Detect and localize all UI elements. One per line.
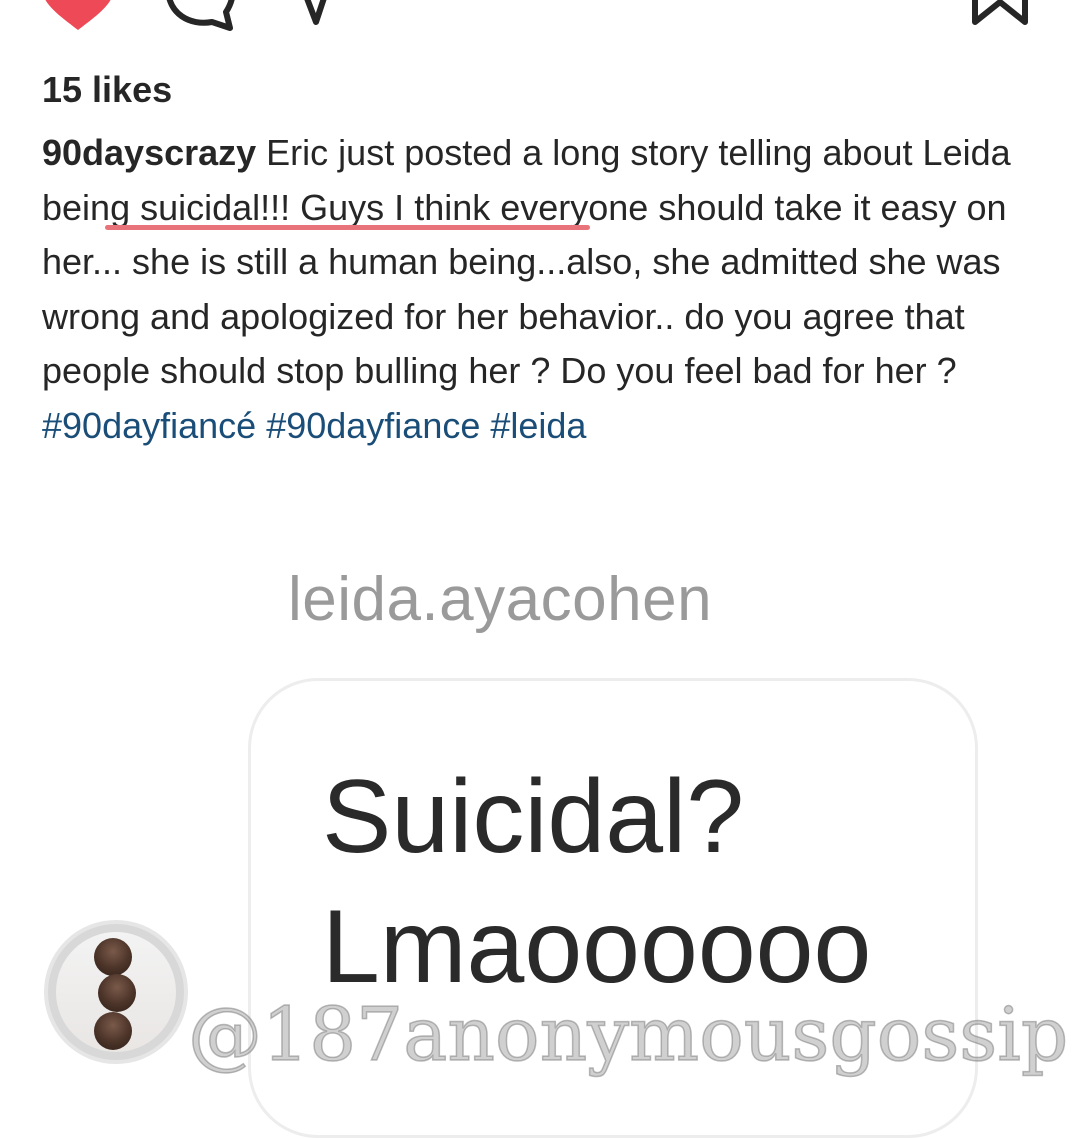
avatar-photo — [56, 932, 176, 1052]
share-icon[interactable] — [290, 0, 350, 35]
heart-icon[interactable] — [40, 0, 116, 37]
avatar[interactable] — [44, 920, 188, 1064]
story-author-username: leida.ayacohen — [287, 565, 713, 634]
bookmark-icon[interactable] — [965, 0, 1035, 35]
watermark-text: @187anonymousgossip — [187, 991, 1069, 1079]
hashtag-link[interactable]: #90dayfiancé — [42, 405, 256, 446]
hashtag-link[interactable]: #90dayfiance — [266, 405, 480, 446]
avatar-figure — [94, 1012, 132, 1050]
avatar-figure — [94, 938, 132, 976]
hashtag-link[interactable]: #leida — [490, 405, 586, 446]
post-caption: 90dayscrazy Eric just posted a long stor… — [42, 126, 1042, 453]
story-reply-text: Suicidal? Lmaoooooo — [322, 759, 872, 1005]
caption-text-start: Eric just posted a long story telling ab… — [256, 132, 883, 173]
red-underline-annotation — [105, 225, 590, 230]
caption-username[interactable]: 90dayscrazy — [42, 132, 256, 173]
comment-icon[interactable] — [160, 0, 240, 39]
avatar-figure — [98, 974, 136, 1012]
post-action-bar — [0, 0, 1080, 40]
likes-count[interactable]: 15 likes — [42, 70, 172, 110]
